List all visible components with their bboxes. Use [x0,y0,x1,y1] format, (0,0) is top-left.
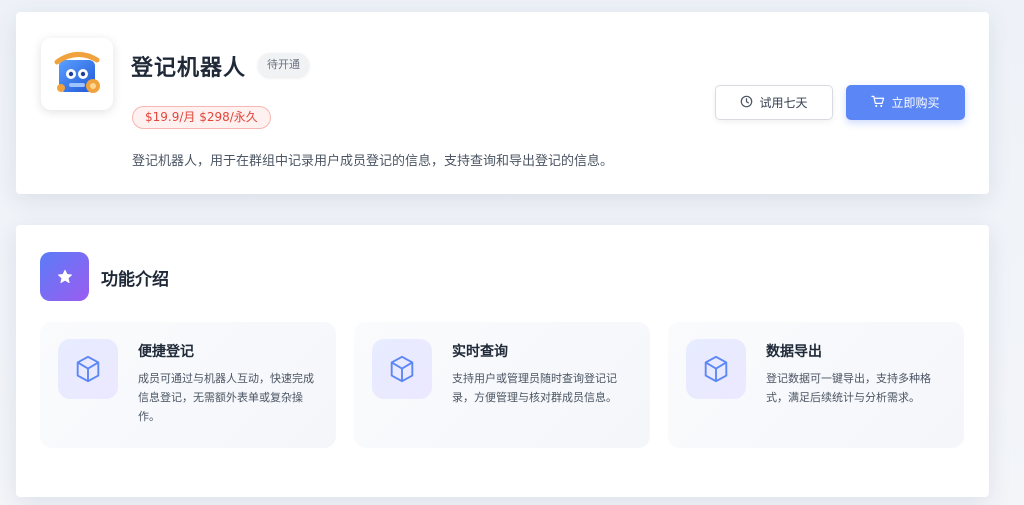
feature-title: 便捷登记 [138,344,194,360]
trial-button[interactable]: 试用七天 [715,85,833,120]
price-tag: $19.9/月 $298/永久 [132,106,271,129]
buy-button-label: 立即购买 [891,96,940,110]
star-icon [40,252,89,301]
feature-card-export: 数据导出 登记数据可一键导出，支持多种格式，满足后续统计与分析需求。 [668,322,964,448]
trial-button-label: 试用七天 [759,96,808,110]
feature-description: 登记数据可一键导出，支持多种格式，满足后续统计与分析需求。 [766,372,931,404]
feature-card-query: 实时查询 支持用户或管理员随时查询登记记录，方便管理与核对群成员信息。 [354,322,650,448]
cube-icon [372,339,432,399]
robot-logo-icon [41,38,113,110]
section-title: 功能介绍 [101,270,169,290]
feature-description: 成员可通过与机器人互动，快速完成信息登记，无需额外表单或复杂操作。 [138,372,314,423]
product-card: 登记机器人 待开通 $19.9/月 $298/永久 登记机器人，用于在群组中记录… [16,12,989,194]
feature-description: 支持用户或管理员随时查询登记记录，方便管理与核对群成员信息。 [452,372,617,404]
page-title: 登记机器人 [131,56,247,81]
features-card: 功能介绍 便捷登记 成员可通过与机器人互动，快速完成信息登记，无需额外表单或复杂… [16,225,989,497]
buy-button[interactable]: 立即购买 [846,85,965,120]
feature-card-register: 便捷登记 成员可通过与机器人互动，快速完成信息登记，无需额外表单或复杂操作。 [40,322,336,448]
product-description: 登记机器人，用于在群组中记录用户成员登记的信息，支持查询和导出登记的信息。 [132,154,614,169]
clock-icon [740,95,753,111]
cube-icon [686,339,746,399]
status-badge: 待开通 [258,53,309,77]
cube-icon [58,339,118,399]
feature-title: 数据导出 [766,344,822,360]
cart-icon [871,95,885,111]
feature-title: 实时查询 [452,344,508,360]
